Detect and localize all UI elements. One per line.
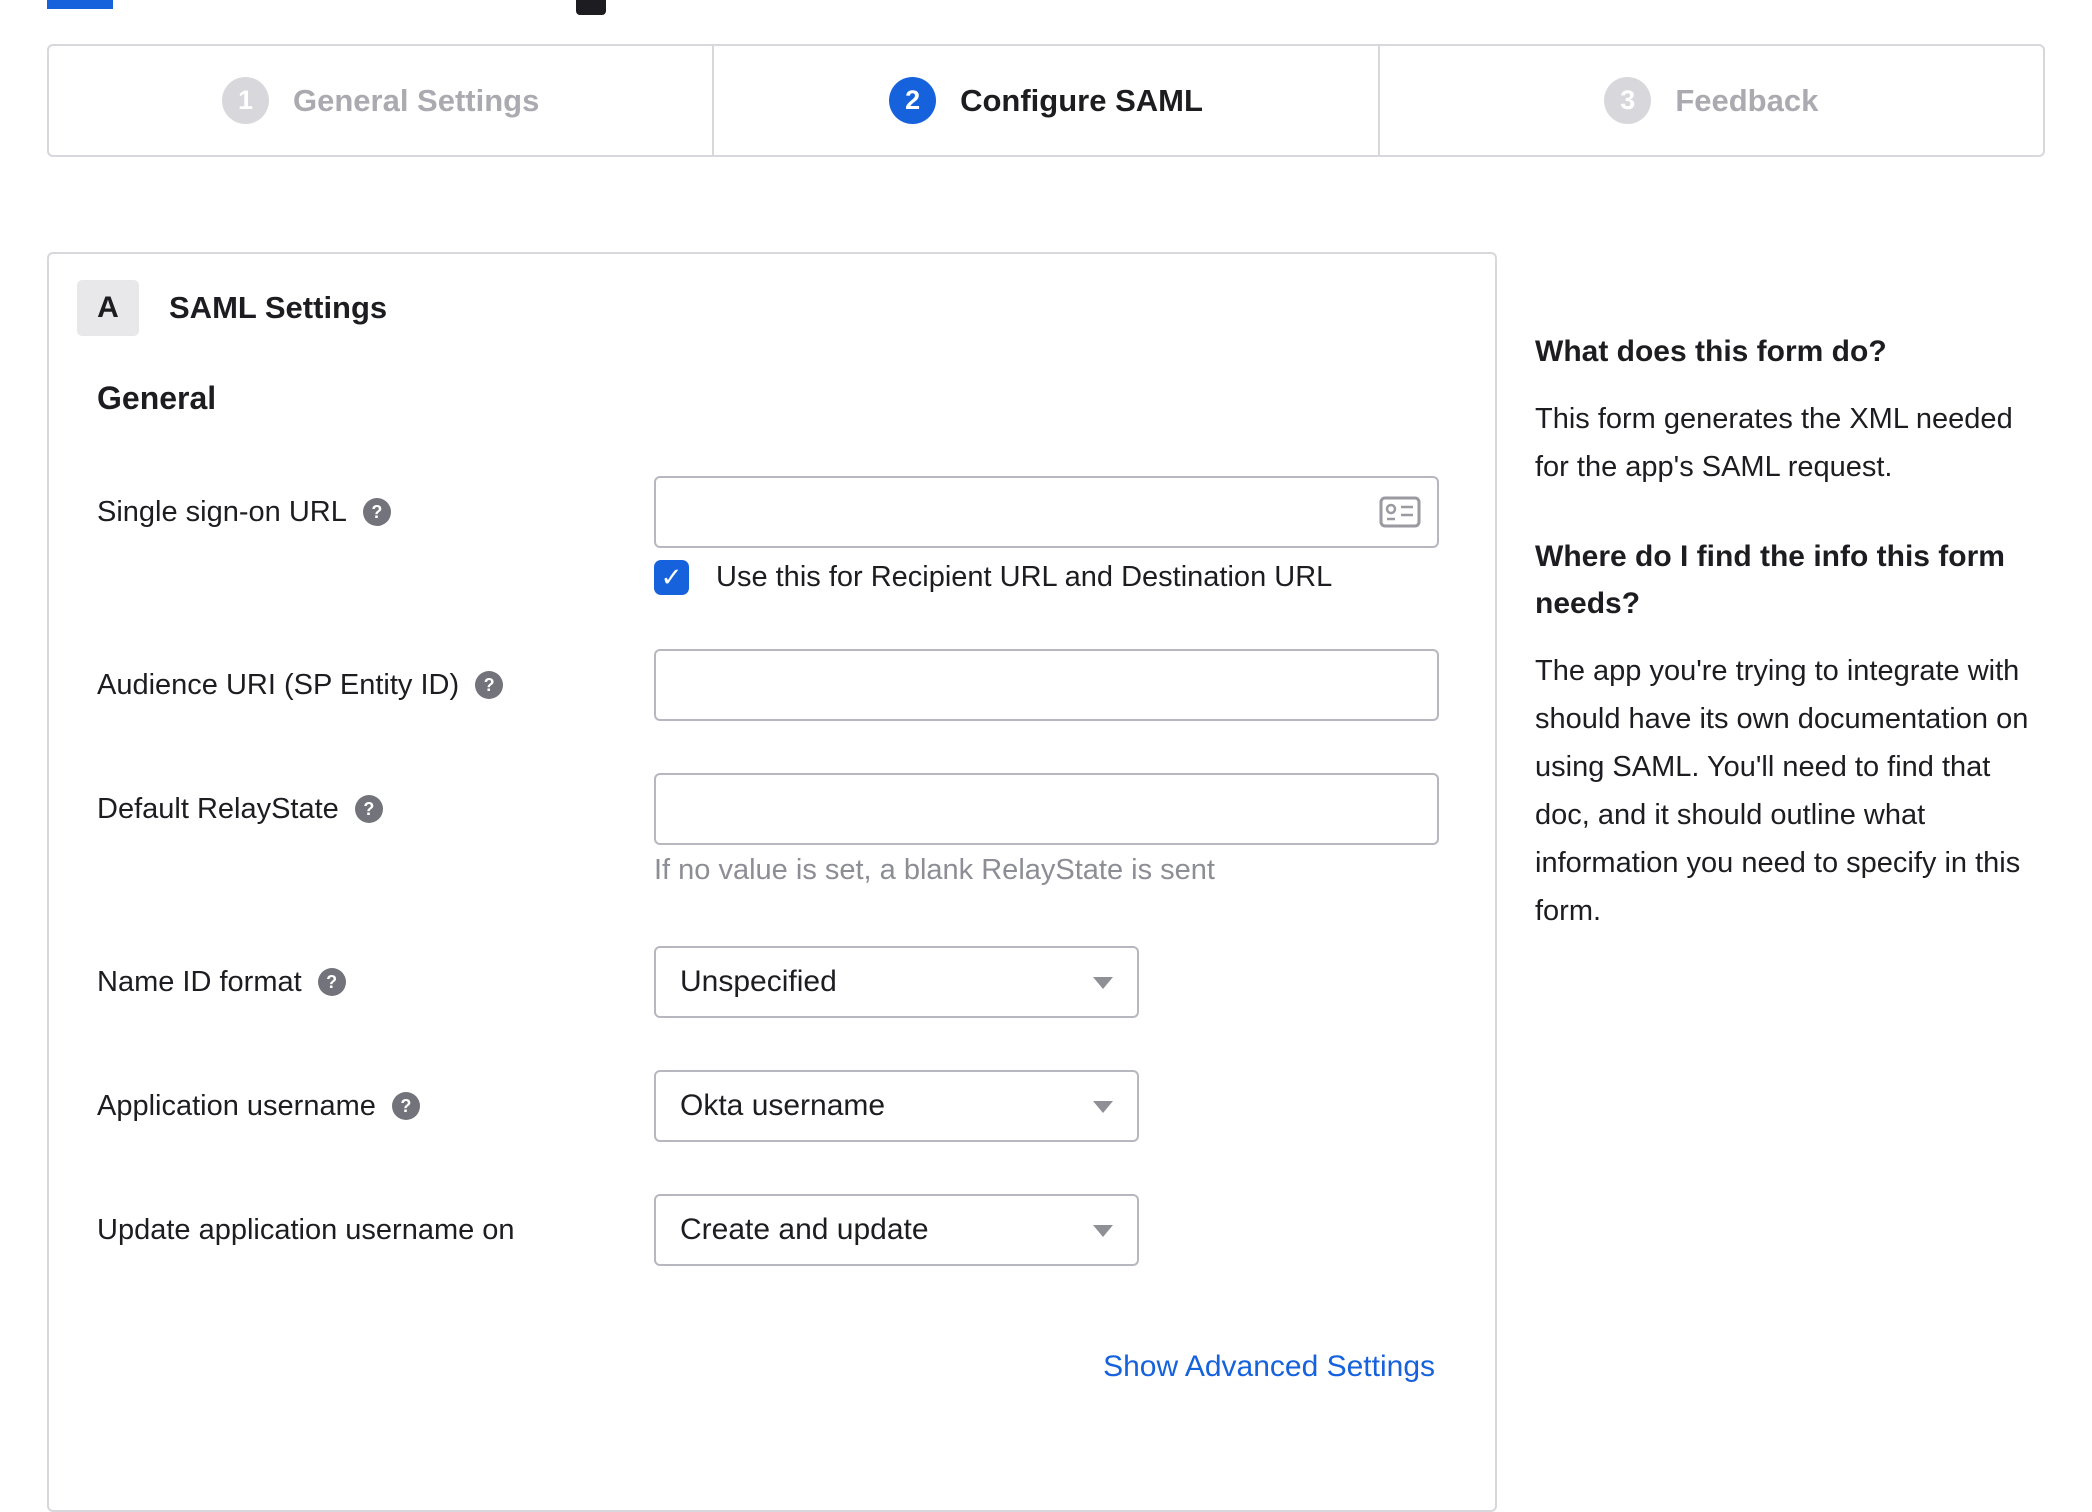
- help-answer: The app you're trying to integrate with …: [1535, 655, 2029, 927]
- step-label: Feedback: [1675, 82, 1819, 118]
- cutoff-link-fragment: [47, 0, 113, 9]
- sso-url-label: Single sign-on URL ?: [97, 476, 657, 548]
- name-id-format-value: Unspecified: [680, 965, 837, 998]
- step-general-settings[interactable]: 1 General Settings: [49, 46, 712, 155]
- app-username-value: Okta username: [680, 1089, 886, 1122]
- app-username-select[interactable]: Okta username: [654, 1070, 1139, 1142]
- help-answer: This form generates the XML needed for t…: [1535, 403, 2013, 483]
- panel-title: SAML Settings: [169, 290, 388, 325]
- help-icon[interactable]: ?: [391, 1092, 420, 1120]
- relay-state-input[interactable]: [654, 773, 1439, 845]
- wizard-stepper: 1 General Settings 2 Configure SAML 3 Fe…: [47, 44, 2045, 157]
- sso-checkbox-label[interactable]: Use this for Recipient URL and Destinati…: [716, 561, 1332, 594]
- app-username-label: Application username ?: [97, 1070, 657, 1142]
- update-username-label-text: Update application username on: [97, 1213, 515, 1246]
- step-feedback[interactable]: 3 Feedback: [1377, 46, 2043, 155]
- sso-url-label-text: Single sign-on URL: [97, 495, 347, 528]
- step-number-badge: 3: [1604, 77, 1652, 124]
- step-label: Configure SAML: [960, 82, 1203, 118]
- help-icon[interactable]: ?: [317, 968, 346, 996]
- help-icon[interactable]: ?: [475, 671, 504, 699]
- help-question: Where do I find the info this form needs…: [1535, 540, 2005, 620]
- checkmark-icon: ✓: [660, 562, 683, 592]
- general-section-title: General: [97, 380, 217, 416]
- cutoff-page-icon: [576, 0, 606, 15]
- chevron-down-icon: [1093, 977, 1113, 989]
- update-username-label: Update application username on: [97, 1194, 657, 1266]
- audience-uri-label: Audience URI (SP Entity ID) ?: [97, 649, 657, 721]
- help-block-what: What does this form do? This form genera…: [1535, 328, 2051, 491]
- step-configure-saml[interactable]: 2 Configure SAML: [712, 46, 1377, 155]
- sso-url-input-wrap: [654, 476, 1439, 548]
- section-a-badge: A: [77, 280, 139, 336]
- app-username-label-text: Application username: [97, 1089, 376, 1122]
- sso-checkbox-row: ✓ Use this for Recipient URL and Destina…: [654, 560, 1332, 595]
- sso-url-input[interactable]: [654, 476, 1439, 548]
- help-icon[interactable]: ?: [362, 498, 391, 526]
- audience-uri-label-text: Audience URI (SP Entity ID): [97, 668, 460, 701]
- chevron-down-icon: [1093, 1225, 1113, 1237]
- relay-state-label: Default RelayState ?: [97, 773, 657, 845]
- step-label: General Settings: [292, 82, 540, 118]
- name-id-format-select[interactable]: Unspecified: [654, 946, 1139, 1018]
- name-id-format-label: Name ID format ?: [97, 946, 657, 1018]
- update-username-value: Create and update: [680, 1213, 929, 1246]
- step-number-badge: 1: [221, 77, 269, 124]
- audience-uri-input[interactable]: [654, 649, 1439, 721]
- update-username-select[interactable]: Create and update: [654, 1194, 1139, 1266]
- chevron-down-icon: [1093, 1101, 1113, 1113]
- relay-state-label-text: Default RelayState: [97, 792, 339, 825]
- help-icon[interactable]: ?: [354, 795, 383, 823]
- help-question: What does this form do?: [1535, 335, 1887, 368]
- name-id-format-label-text: Name ID format: [97, 965, 302, 998]
- step-number-badge: 2: [889, 77, 937, 124]
- help-block-where: Where do I find the info this form needs…: [1535, 533, 2051, 935]
- sso-checkbox[interactable]: ✓: [654, 560, 689, 595]
- saml-settings-panel: A SAML Settings General Single sign-on U…: [47, 252, 1497, 1512]
- relay-state-hint: If no value is set, a blank RelayState i…: [654, 854, 1215, 886]
- show-advanced-settings-link[interactable]: Show Advanced Settings: [1103, 1350, 1435, 1384]
- help-column: What does this form do? This form genera…: [1535, 328, 2051, 935]
